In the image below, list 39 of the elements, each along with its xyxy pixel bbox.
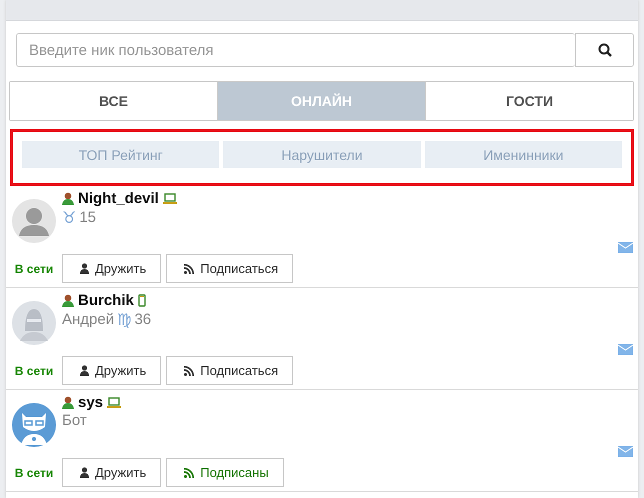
user-icon [62, 192, 74, 204]
rss-icon [184, 468, 194, 478]
robot-avatar [12, 403, 56, 447]
search-button[interactable] [575, 33, 634, 67]
age: 36 [134, 311, 152, 328]
friend-button[interactable]: Дружить [62, 356, 162, 385]
subscribe-button[interactable]: Подписаться [166, 356, 294, 385]
mail-icon[interactable] [618, 446, 633, 457]
real-name: Андрей [62, 311, 114, 328]
user-icon [62, 396, 74, 408]
search-field[interactable]: Введите ник пользователя [16, 33, 575, 67]
friend-button[interactable]: Дружить [62, 458, 162, 487]
tab[interactable]: ВСЕ [10, 82, 218, 120]
user-icon [62, 294, 74, 306]
search-icon [598, 43, 612, 57]
phone-icon [138, 294, 146, 306]
rss-icon [184, 366, 194, 376]
subscribe-button[interactable]: Подписаны [166, 458, 284, 487]
user-icon [80, 467, 89, 478]
zodiac-sign: ♉ [62, 208, 76, 227]
laptop-icon [162, 192, 177, 204]
user-icon [80, 365, 89, 376]
friend-button[interactable]: Дружить [62, 254, 162, 283]
rss-icon [184, 264, 194, 274]
online-status: В сети [14, 262, 54, 276]
laptop-icon [107, 396, 122, 408]
online-status: В сети [14, 364, 54, 378]
real-name: Бот [62, 412, 87, 429]
username[interactable]: Burchik [78, 292, 134, 308]
age: 15 [79, 209, 96, 226]
zodiac-sign: ♍ [117, 310, 132, 329]
subscribe-button[interactable]: Подписаться [166, 254, 294, 283]
mail-icon[interactable] [618, 344, 633, 355]
online-status: В сети [14, 466, 54, 480]
mail-icon[interactable] [618, 242, 633, 253]
username[interactable]: Night_devil [78, 190, 159, 206]
user-icon [80, 263, 89, 274]
username[interactable]: sys [78, 394, 104, 410]
avatar-placeholder [12, 199, 56, 243]
